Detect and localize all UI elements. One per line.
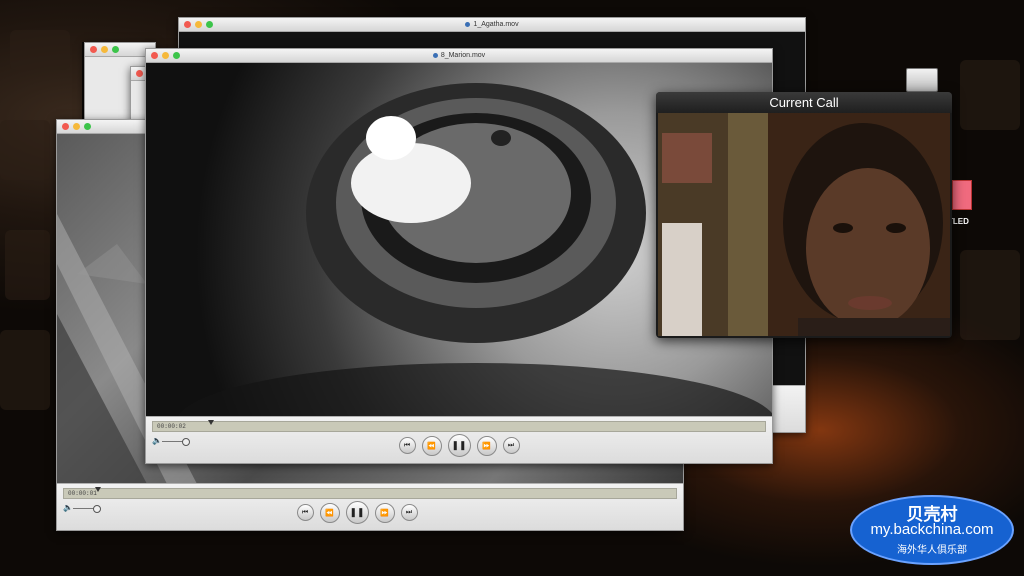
playhead[interactable] [95, 487, 101, 492]
call-title: Current Call [656, 92, 952, 113]
volume-knob[interactable] [93, 505, 101, 513]
close-button[interactable] [90, 46, 97, 53]
background-stone [960, 60, 1020, 130]
background-stone [5, 230, 50, 300]
transport-buttons: ⏮ ⏪ ❚❚ ⏩ ⏭ [319, 434, 599, 457]
pause-icon[interactable]: ❚❚ [345, 501, 369, 524]
quicktime-file-icon [432, 52, 438, 58]
volume-track[interactable] [162, 441, 184, 442]
scrub-bar[interactable]: 00:00:02 [152, 420, 766, 432]
close-button[interactable] [184, 21, 191, 28]
player-controls: 00:00:01 🔈 ⏮ ⏪ ❚❚ ⏩ ⏭ [57, 483, 683, 530]
background-stone [10, 30, 70, 70]
skip-back-icon[interactable]: ⏮ [296, 504, 314, 521]
close-button[interactable] [151, 52, 158, 59]
call-video-feed [658, 113, 950, 336]
skip-forward-icon[interactable]: ⏭ [502, 437, 520, 454]
minimize-button[interactable] [101, 46, 108, 53]
minimize-button[interactable] [195, 21, 202, 28]
zoom-button[interactable] [84, 123, 91, 130]
window-title: 8_Marion.mov [440, 52, 486, 59]
watermark-subtitle: 海外华人俱乐部 [897, 545, 967, 556]
zoom-button[interactable] [206, 21, 213, 28]
caller-video [658, 113, 950, 336]
minimize-button[interactable] [73, 123, 80, 130]
timecode: 00:00:01 [68, 490, 97, 497]
minimize-button[interactable] [162, 52, 169, 59]
background-stone [0, 120, 50, 180]
window-title: 1_Agatha.mov [473, 21, 519, 28]
volume-control[interactable]: 🔈 [152, 436, 190, 446]
volume-control[interactable]: 🔈 [63, 503, 101, 513]
pause-icon[interactable]: ❚❚ [447, 434, 471, 457]
fast-forward-icon[interactable]: ⏩ [374, 502, 395, 523]
timecode: 00:00:02 [157, 423, 186, 430]
quicktime-file-icon [465, 21, 471, 27]
speaker-icon: 🔈 [152, 436, 162, 445]
zoom-button[interactable] [112, 46, 119, 53]
zoom-button[interactable] [173, 52, 180, 59]
background-stone [0, 330, 50, 410]
current-call-window[interactable]: Current Call [656, 92, 952, 338]
rewind-icon[interactable]: ⏪ [421, 435, 442, 456]
rewind-icon[interactable]: ⏪ [319, 502, 340, 523]
background-stone [960, 250, 1020, 340]
hard-drive-icon[interactable] [906, 68, 938, 92]
speaker-icon: 🔈 [63, 503, 73, 512]
player-controls: 00:00:02 🔈 ⏮ ⏪ ❚❚ ⏩ ⏭ [146, 416, 772, 463]
close-button[interactable] [62, 123, 69, 130]
transport-buttons: ⏮ ⏪ ❚❚ ⏩ ⏭ [217, 501, 497, 524]
fast-forward-icon[interactable]: ⏩ [476, 435, 497, 456]
scrub-bar[interactable]: 00:00:01 [63, 487, 677, 499]
skip-back-icon[interactable]: ⏮ [398, 437, 416, 454]
volume-knob[interactable] [182, 438, 190, 446]
volume-track[interactable] [73, 508, 95, 509]
watermark-logo: 贝壳村 my.backchina.com 海外华人俱乐部 [850, 495, 1014, 565]
window-titlebar[interactable]: 8_Marion.mov [146, 49, 772, 63]
watermark-url: my.backchina.com [870, 521, 994, 538]
close-button[interactable] [136, 70, 143, 77]
document-icon[interactable] [952, 180, 972, 210]
window-titlebar[interactable]: 1_Agatha.mov [179, 18, 805, 32]
playhead[interactable] [208, 420, 214, 425]
skip-forward-icon[interactable]: ⏭ [400, 504, 418, 521]
